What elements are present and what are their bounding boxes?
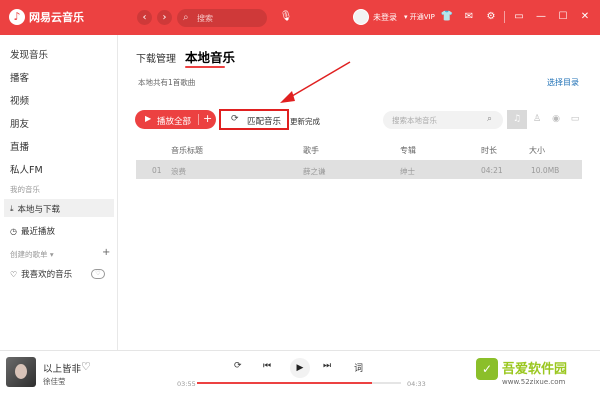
album-cover[interactable] xyxy=(6,357,36,387)
progress-fill xyxy=(197,382,373,384)
total-time: 04:33 xyxy=(407,380,426,388)
next-icon[interactable]: ⏭ xyxy=(323,361,331,371)
like-icon[interactable]: ♡ xyxy=(81,360,91,373)
watermark-text: 吾爱软件园 xyxy=(502,362,568,377)
progress-bar[interactable] xyxy=(197,382,401,384)
play-button[interactable]: ▶ xyxy=(290,358,310,378)
watermark-url: www.52zixue.com xyxy=(502,378,566,386)
annotation-arrow xyxy=(280,61,351,103)
watermark-logo-icon: ✓ xyxy=(476,358,498,380)
now-playing-artist[interactable]: 徐佳莹 xyxy=(43,376,66,387)
lyrics-icon[interactable]: 词 xyxy=(354,361,363,374)
previous-icon[interactable]: ⏮ xyxy=(263,361,271,371)
watermark: ✓ 吾爱软件园 www.52zixue.com xyxy=(462,340,600,393)
current-time: 03:55 xyxy=(177,380,196,388)
now-playing-title[interactable]: 以上皆非 xyxy=(43,361,81,375)
repeat-icon[interactable]: ⟳ xyxy=(234,361,242,371)
cover-portrait xyxy=(15,364,27,379)
